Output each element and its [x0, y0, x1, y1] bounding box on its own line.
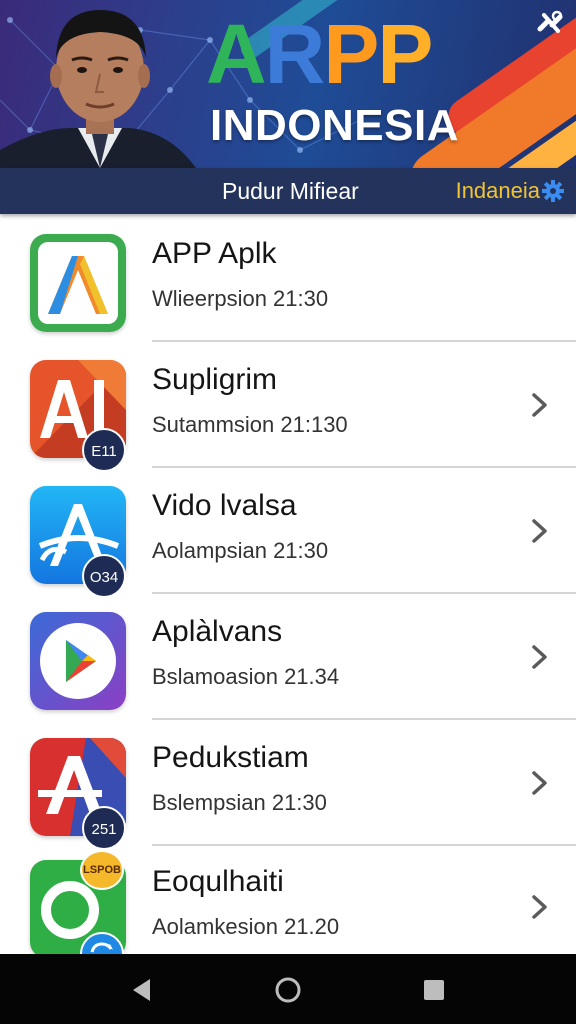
sub-header: Pudur Mifiear Indaneia [0, 168, 576, 214]
app-badge: O34 [82, 554, 126, 598]
chevron-right-icon[interactable] [528, 518, 552, 544]
list-item[interactable]: E11 Supligrim Sutammsion 21:130 [0, 342, 576, 472]
region-selector[interactable]: Indaneia [456, 178, 564, 204]
region-label: Indaneia [455, 178, 540, 203]
app-name: Eoqulhaiti [152, 865, 284, 898]
update-badge: LSPOB [80, 850, 124, 890]
app-name: Vido lvalsa [152, 489, 297, 522]
app-subtitle: Aolampsian 21:30 [152, 538, 329, 563]
banner-title-letter: P [323, 7, 379, 101]
presenter-portrait [0, 10, 196, 168]
play-icon [30, 612, 126, 710]
tools-icon [537, 10, 563, 33]
sync-icon [80, 932, 124, 954]
app-subtitle: Bslamoasion 21.34 [152, 664, 340, 689]
app-a-icon [30, 234, 126, 332]
app-name: APP Aplk [152, 237, 277, 270]
home-icon[interactable] [274, 976, 302, 1004]
banner-title-letter: P [377, 7, 433, 101]
chevron-right-icon[interactable] [528, 644, 552, 670]
list-item[interactable]: APP Aplk Wlieerpsion 21:30 [0, 216, 576, 342]
list-item[interactable]: Aplàlvans Bslamoasion 21.34 [0, 594, 576, 720]
app-badge: 251 [82, 806, 126, 850]
update-badge-label: LSPOB [83, 864, 121, 876]
list-item[interactable]: LSPOB Eoqulhaiti Aolamkesion 21.20 [0, 846, 576, 954]
app-name: Aplàlvans [152, 615, 283, 648]
tools-button[interactable] [535, 8, 565, 38]
system-nav-bar [0, 954, 576, 1024]
recents-icon[interactable] [420, 976, 448, 1004]
banner-subtitle: INDONESIA [210, 101, 459, 150]
back-icon[interactable] [128, 976, 156, 1004]
app-name: Supligrim [152, 363, 278, 396]
app-badge: E11 [82, 428, 126, 472]
list-item[interactable]: O34 Vido lvalsa Aolampsian 21:30 [0, 468, 576, 598]
app-subtitle: Sutammsion 21:130 [152, 412, 348, 437]
chevron-right-icon[interactable] [528, 392, 552, 418]
app-list[interactable]: APP Aplk Wlieerpsion 21:30 E11 Supligrim… [0, 216, 576, 954]
header-banner: ARPP INDONESIA [0, 0, 576, 168]
app-name: Pedukstiam [152, 741, 309, 774]
banner-title-letter: A [206, 7, 267, 101]
subheader-title: Pudur Mifiear [222, 178, 359, 204]
chevron-right-icon[interactable] [528, 894, 552, 920]
banner-title-letter: R [264, 7, 326, 101]
gear-icon [542, 180, 564, 202]
banner-title: ARPP [206, 8, 496, 100]
chevron-right-icon[interactable] [528, 770, 552, 796]
app-subtitle: Wlieerpsion 21:30 [152, 286, 329, 311]
app-subtitle: Bslempsian 21:30 [152, 790, 327, 815]
list-item[interactable]: 251 Pedukstiam Bslempsian 21:30 [0, 720, 576, 850]
app-subtitle: Aolamkesion 21.20 [152, 914, 340, 939]
